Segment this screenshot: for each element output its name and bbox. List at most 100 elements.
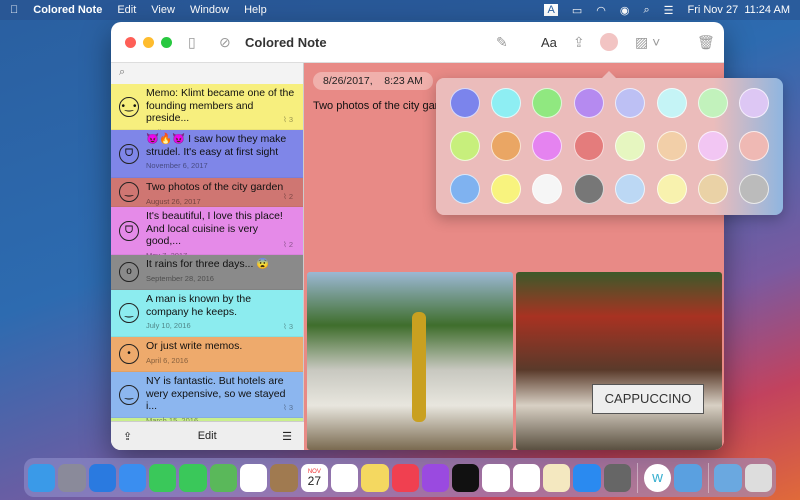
dock-numbers-icon[interactable] (482, 463, 510, 492)
dock-keynote-icon[interactable] (512, 463, 541, 492)
color-swatch[interactable] (739, 174, 770, 204)
battery-icon[interactable]: ▭ (572, 4, 582, 17)
sidebar-toggle-icon[interactable]: ▯ (188, 34, 196, 51)
compass-icon[interactable]: ⊘ (219, 34, 231, 51)
dock-pages-icon[interactable] (543, 463, 571, 492)
dock-colored-note-icon[interactable] (674, 463, 702, 492)
photo-cafe[interactable]: CAPPUCCINO (516, 272, 722, 450)
apple-menu-icon[interactable]:  (10, 4, 18, 16)
clock[interactable]: Fri Nov 27 11:24 AM (687, 4, 790, 16)
control-center-icon[interactable]: ☰ (664, 4, 674, 17)
color-swatch[interactable] (656, 88, 687, 118)
dock-finder-icon[interactable] (28, 463, 56, 492)
note-date: July 10, 2016 (146, 321, 191, 330)
mood-face-icon: • (119, 344, 139, 364)
search-input[interactable]: ⌕ (111, 63, 303, 84)
list-item[interactable]: ᗜ It's beautiful, I love this place! And… (111, 207, 303, 260)
menu-app-name[interactable]: Colored Note (33, 4, 102, 16)
list-item[interactable]: ᗜ 😈🔥😈 I saw how they make strudel. It's … (111, 130, 303, 178)
color-swatch[interactable] (615, 174, 646, 204)
dock-music-icon[interactable] (391, 463, 419, 492)
dock-notes-icon[interactable] (361, 463, 389, 492)
dock-calendar-icon[interactable]: NOV 27 (300, 463, 328, 492)
list-view-icon[interactable]: ☰ (282, 430, 292, 443)
attachment-count: ⌇ 2 (283, 239, 293, 249)
dock: NOV 27 w (24, 458, 776, 497)
list-item[interactable]: ‿ Two photos of the city garden August 2… (111, 178, 303, 207)
calendar-day: 27 (307, 473, 321, 488)
color-swatch[interactable] (739, 88, 770, 118)
dock-w-icon[interactable]: w (643, 463, 672, 492)
dock-reminders-icon[interactable] (330, 463, 359, 492)
share-icon[interactable]: ⇪ (123, 430, 132, 443)
share-icon[interactable]: ⇪ (573, 34, 585, 51)
menu-view[interactable]: View (151, 4, 175, 16)
color-swatch[interactable] (532, 131, 563, 161)
note-title: Or just write memos. (146, 340, 243, 352)
color-swatch[interactable] (697, 174, 728, 204)
dock-app-store-icon[interactable] (573, 463, 601, 492)
input-source-icon[interactable]: A (544, 4, 558, 16)
color-swatch[interactable] (449, 174, 480, 204)
zoom-button[interactable] (161, 36, 172, 48)
dock-contacts-icon[interactable] (270, 463, 298, 492)
wifi-icon[interactable]: ◠ (596, 4, 606, 17)
trash-icon[interactable]: 🗑 (697, 34, 715, 51)
mood-face-icon: o (119, 262, 139, 282)
attachment-count-value: 3 (288, 321, 293, 331)
list-item[interactable]: ‿ NY is fantastic. But hotels are wery e… (111, 372, 303, 425)
dock-mail-icon[interactable] (118, 463, 147, 492)
color-swatch[interactable] (656, 131, 687, 161)
color-swatch[interactable] (697, 131, 728, 161)
color-swatch[interactable] (615, 88, 646, 118)
user-icon[interactable]: ◉ (620, 4, 630, 17)
compose-icon[interactable]: ✎ (496, 34, 508, 51)
dock-safari-icon[interactable] (88, 463, 116, 492)
color-swatch[interactable] (739, 131, 770, 161)
list-item[interactable]: o It rains for three days... 😨 September… (111, 255, 303, 290)
dock-facetime-icon[interactable] (149, 463, 177, 492)
color-swatch[interactable] (573, 174, 604, 204)
color-swatch[interactable] (656, 174, 687, 204)
color-swatch[interactable] (697, 88, 728, 118)
dock-messages-icon[interactable] (179, 463, 207, 492)
dock-launchpad-icon[interactable] (58, 463, 86, 492)
edit-button[interactable]: Edit (198, 430, 217, 442)
color-swatch[interactable] (491, 174, 522, 204)
list-item[interactable]: ‿ A man is known by the company he keeps… (111, 290, 303, 337)
color-swatch[interactable] (491, 131, 522, 161)
search-icon[interactable]: ⌕ (643, 4, 649, 17)
font-button[interactable]: Aa (541, 35, 557, 50)
image-insert-icon[interactable]: ▨ ˅ (635, 34, 660, 51)
color-swatch[interactable] (491, 88, 522, 118)
color-swatch[interactable] (615, 131, 646, 161)
golden-statue (412, 312, 426, 422)
dock-tv-icon[interactable] (452, 463, 480, 492)
note-title: Memo: Klimt became one of the founding m… (146, 87, 295, 124)
menu-edit[interactable]: Edit (117, 4, 136, 16)
cafe-sign: CAPPUCCINO (592, 384, 704, 414)
color-button[interactable] (600, 33, 618, 51)
close-button[interactable] (125, 36, 136, 48)
dock-trash-icon[interactable] (744, 463, 773, 492)
color-swatch[interactable] (573, 131, 604, 161)
color-swatch[interactable] (532, 174, 563, 204)
photo-statue[interactable] (307, 272, 513, 450)
menu-window[interactable]: Window (190, 4, 229, 16)
attachment-count: ⌇ 2 (283, 191, 293, 201)
color-swatch[interactable] (449, 131, 480, 161)
attachment-count-value: 2 (288, 239, 293, 249)
dock-podcasts-icon[interactable] (421, 463, 450, 492)
color-swatch[interactable] (449, 88, 480, 118)
dock-downloads-icon[interactable] (714, 463, 742, 492)
color-swatch[interactable] (573, 88, 604, 118)
dock-system-preferences-icon[interactable] (603, 463, 631, 492)
dock-maps-icon[interactable] (209, 463, 238, 492)
menu-help[interactable]: Help (244, 4, 267, 16)
list-item[interactable]: •‿• Memo: Klimt became one of the foundi… (111, 84, 303, 137)
dock-photos-icon[interactable] (240, 463, 268, 492)
note-date[interactable]: 8/26/2017, 8:23 AM (313, 72, 433, 90)
list-item[interactable]: • Or just write memos. April 6, 2016 (111, 337, 303, 372)
color-swatch[interactable] (532, 88, 563, 118)
minimize-button[interactable] (143, 36, 154, 48)
